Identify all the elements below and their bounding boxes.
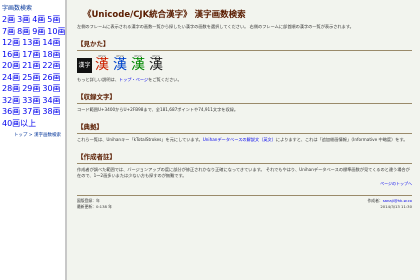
top-page-link[interactable]: トップ・ページ <box>119 77 148 82</box>
stroke-link[interactable]: 17画 <box>22 50 40 59</box>
author-email-link[interactable]: sanaji@hk-w.co <box>383 198 412 203</box>
unihan-doc-link[interactable]: Unihanデータベースの解説文（英文） <box>203 137 276 142</box>
char-glyph: 漢 <box>131 57 145 73</box>
stroke-index-frame: 字画数検索 2画 3画 4画 5画 7画 8画 9画 10画 12画 13画 14画 16画 17画 18… <box>0 0 67 280</box>
stroke-link[interactable]: 13画 <box>22 38 40 47</box>
stroke-link[interactable]: 40画以上 <box>2 119 36 128</box>
stroke-row: 20画 21画 22画 <box>2 60 65 72</box>
stroke-row: 16画 17画 18画 <box>2 49 65 61</box>
section-heading-notes: 【作成者註】 <box>77 151 412 164</box>
stroke-link[interactable]: 10画 <box>47 27 65 36</box>
intro-text: 左側のフレームに表示される漢字の画数一覧から探したい漢字の画数を選択してください… <box>77 24 354 29</box>
page-title: 《Unicode/CJK統合漢字》 漢字画数検索 <box>83 10 246 20</box>
stroke-row: 40画以上 <box>2 118 65 130</box>
char-sample: 6F22 漢 <box>149 54 163 73</box>
stroke-link[interactable]: 5画 <box>47 15 60 24</box>
scope-text: コード範囲U+3400からU+2FB98まで、全181,687ポイントや74,9… <box>77 107 239 112</box>
footer-left-2: 最新更新：0:138 年 <box>77 204 112 209</box>
source-text: これら一覧は、Unihanキー「kTotalStrokes」を元にしています。U… <box>77 137 408 142</box>
stroke-link[interactable]: 34画 <box>42 96 60 105</box>
stroke-row: 2画 3画 4画 5画 <box>2 14 65 26</box>
stroke-link[interactable]: 12画 <box>2 38 20 47</box>
stroke-link[interactable]: 29画 <box>22 84 40 93</box>
content-frame: 《Unicode/CJK統合漢字》 漢字画数検索 左側のフレームに表示される漢字… <box>67 0 420 280</box>
stroke-link[interactable]: 3画 <box>17 15 30 24</box>
seal-image: 漢字 <box>77 58 92 73</box>
stroke-link[interactable]: 37画 <box>22 107 40 116</box>
stroke-link[interactable]: 30画 <box>42 84 60 93</box>
char-sample: 6F22 漢 <box>131 54 145 73</box>
stroke-row: 12画 13画 14画 <box>2 37 65 49</box>
stroke-row: 7画 8画 9画 10画 <box>2 26 65 38</box>
footer-date: 2014/3/13 11:30 <box>380 204 412 209</box>
stroke-link[interactable]: 36画 <box>2 107 20 116</box>
stroke-row: 24画 25画 26画 <box>2 72 65 84</box>
stroke-link[interactable]: 8画 <box>17 27 30 36</box>
page-footer: 図版登録：年 最新更新：0:138 年 作成者：sanaji@hk-w.co 2… <box>77 198 412 209</box>
char-glyph: 漢 <box>95 57 109 73</box>
stroke-grid: 2画 3画 4画 5画 7画 8画 9画 10画 12画 13画 14画 16画 17画 18画 20画 21… <box>0 14 65 129</box>
char-glyph: 漢 <box>149 57 163 73</box>
stroke-link[interactable]: 4画 <box>32 15 45 24</box>
section-heading-scope: 【収録文字】 <box>77 91 412 104</box>
stroke-row: 36画 37画 38画 <box>2 106 65 118</box>
page-top-link[interactable]: ページのトップへ <box>380 181 412 186</box>
stroke-index-title: 字画数検索 <box>2 5 33 12</box>
stroke-link[interactable]: 22画 <box>42 61 60 70</box>
stroke-row: 32画 33画 34画 <box>2 95 65 107</box>
stroke-link[interactable]: 26画 <box>42 73 60 82</box>
stroke-link[interactable]: 9画 <box>32 27 45 36</box>
stroke-link[interactable]: 18画 <box>42 50 60 59</box>
stroke-link[interactable]: 32画 <box>2 96 20 105</box>
section-heading-source: 【典拠】 <box>77 121 412 134</box>
stroke-row: 28画 29画 30画 <box>2 83 65 95</box>
stroke-link[interactable]: 28画 <box>2 84 20 93</box>
char-sample-box: 漢字 6F22 漢 6F22 漢 6F22 漢 6F22 漢 <box>77 54 412 73</box>
left-breadcrumb[interactable]: トップ > 漢字画数検索 <box>0 132 65 138</box>
stroke-link[interactable]: 24画 <box>2 73 20 82</box>
stroke-link[interactable]: 2画 <box>2 15 15 24</box>
stroke-link[interactable]: 7画 <box>2 27 15 36</box>
stroke-link[interactable]: 14画 <box>42 38 60 47</box>
stroke-link[interactable]: 21画 <box>22 61 40 70</box>
char-glyph: 漢 <box>113 57 127 73</box>
char-sample: 6F22 漢 <box>95 54 109 73</box>
section-heading-view: 【見かた】 <box>77 38 412 51</box>
char-samples: 6F22 漢 6F22 漢 6F22 漢 6F22 漢 <box>95 54 163 73</box>
stroke-link[interactable]: 20画 <box>2 61 20 70</box>
char-sample: 6F22 漢 <box>113 54 127 73</box>
stroke-link[interactable]: 38画 <box>42 107 60 116</box>
view-note: もっと詳しい説明は、トップ・ページをご覧ください。 <box>77 77 182 82</box>
stroke-link[interactable]: 25画 <box>22 73 40 82</box>
footer-divider <box>77 195 412 196</box>
stroke-link[interactable]: 16画 <box>2 50 20 59</box>
notes-text: 作成者が調べた範囲では、バージョンアップの度に部分が修正されかなり正確になってき… <box>77 167 410 178</box>
stroke-link[interactable]: 33画 <box>22 96 40 105</box>
